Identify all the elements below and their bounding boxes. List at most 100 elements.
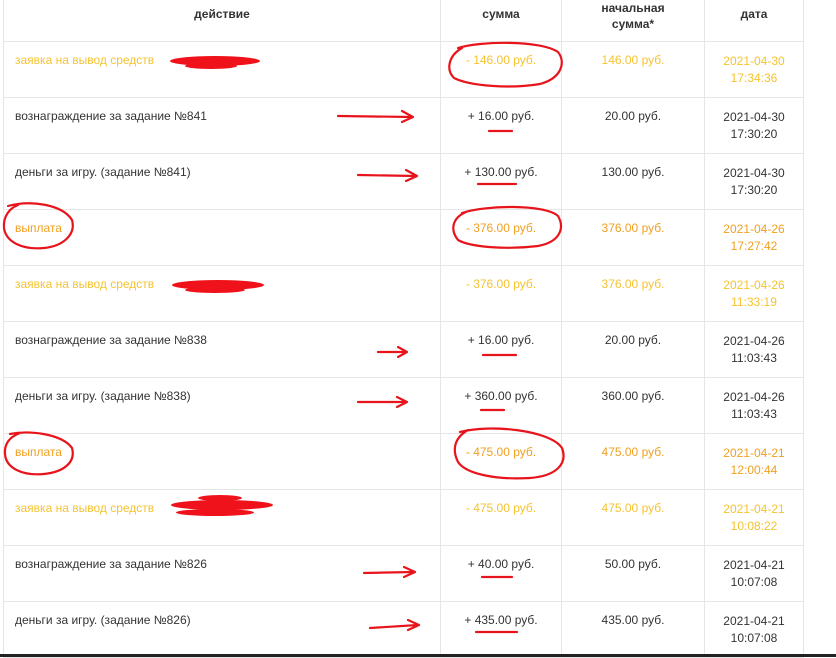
- row-date-time: 11:33:19: [731, 295, 777, 309]
- row-date: 2021-04-21 10:07:08: [704, 602, 804, 658]
- row-sum: + 16.00 руб.: [440, 322, 561, 378]
- row-sum-sign: +: [464, 165, 472, 179]
- header-initial-line2: сумма*: [611, 17, 655, 31]
- row-initial-sum: 435.00 руб.: [561, 602, 704, 658]
- row-divider: [3, 377, 804, 378]
- table-row: выплата - 376.00 руб. 376.00 руб. 2021-04-2…: [0, 210, 804, 266]
- row-action: вознаграждение за задание №838: [3, 322, 440, 378]
- row-action: выплата: [3, 210, 440, 266]
- row-action-text: вознаграждение за задание №838: [15, 333, 207, 347]
- redaction-scribble: [185, 287, 245, 293]
- row-sum-sign: +: [467, 333, 475, 347]
- row-sum: - 376.00 руб.: [440, 210, 561, 266]
- table-row: заявка на вывод средств - 376.00 руб. 376.…: [0, 266, 804, 322]
- row-sum-currency: руб.: [513, 221, 537, 235]
- row-sum-amount: 475.00: [473, 501, 510, 515]
- row-sum-amount: 376.00: [473, 221, 510, 235]
- row-initial-sum: 20.00 руб.: [561, 98, 704, 154]
- header-sum: сумма: [440, 0, 561, 42]
- row-date: 2021-04-21 10:08:22: [704, 490, 804, 546]
- row-date-time: 11:03:43: [731, 351, 777, 365]
- row-date-time: 12:00:44: [730, 463, 778, 477]
- table-row: заявка на вывод средств - 475.00 руб. 475.…: [0, 490, 804, 546]
- row-date: 2021-04-30 17:34:36: [704, 42, 804, 98]
- row-sum: + 40.00 руб.: [440, 546, 561, 602]
- table-row: деньги за игру. (задание №826) + 435.00 р…: [0, 602, 804, 658]
- row-sum-amount: 130.00: [474, 165, 512, 179]
- row-sum: + 16.00 руб.: [440, 98, 561, 154]
- row-action-text: заявка на вывод средств: [15, 277, 155, 291]
- row-date-day: 2021-04-26: [723, 222, 785, 236]
- row-sum-currency: руб.: [513, 445, 537, 459]
- row-date-time: 17:30:20: [730, 183, 778, 197]
- row-action: заявка на вывод средств: [3, 266, 440, 322]
- row-action-text: вознаграждение за задание №826: [15, 557, 207, 571]
- row-sum: - 475.00 руб.: [440, 490, 561, 546]
- row-sum-currency: руб.: [513, 501, 537, 515]
- row-initial-sum: 360.00 руб.: [561, 378, 704, 434]
- row-date-day: 2021-04-30: [723, 110, 785, 124]
- header-initial-sum: начальная сумма*: [561, 0, 704, 42]
- row-sum: + 435.00 руб.: [440, 602, 561, 658]
- row-date-day: 2021-04-26: [723, 278, 785, 292]
- row-action: выплата: [3, 434, 440, 490]
- row-sum-currency: руб.: [511, 109, 535, 123]
- row-date-day: 2021-04-21: [723, 558, 785, 572]
- row-action: деньги за игру. (задание №841): [3, 154, 440, 210]
- row-divider: [3, 97, 804, 98]
- row-sum-sign: +: [467, 557, 475, 571]
- header-initial-line1: начальная: [601, 1, 665, 15]
- row-sum: - 475.00 руб.: [440, 434, 561, 490]
- redaction-scribble: [176, 509, 254, 516]
- row-initial-sum: 376.00 руб.: [561, 210, 704, 266]
- table-row: вознаграждение за задание №841 + 16.00 ру…: [0, 98, 804, 154]
- row-sum-sign: -: [465, 221, 470, 235]
- row-sum-currency: руб.: [514, 613, 538, 627]
- row-date-time: 17:27:42: [730, 239, 778, 253]
- table-row: выплата - 475.00 руб. 475.00 руб. 2021-04-2…: [0, 434, 804, 490]
- row-action: вознаграждение за задание №826: [3, 546, 440, 602]
- row-sum-currency: руб.: [513, 277, 537, 291]
- table-header: действие сумма начальная сумма* дата: [0, 0, 804, 42]
- row-sum-currency: руб.: [514, 165, 538, 179]
- row-action: деньги за игру. (задание №826): [3, 602, 440, 658]
- row-sum-amount: 360.00: [474, 389, 512, 403]
- row-date-time: 17:30:20: [730, 127, 778, 141]
- row-action-text: вознаграждение за задание №841: [15, 109, 207, 123]
- row-divider: [3, 433, 804, 434]
- table-row: вознаграждение за задание №826 + 40.00 ру…: [0, 546, 804, 602]
- row-date: 2021-04-30 17:30:20: [704, 154, 804, 210]
- row-action-text: выплата: [15, 221, 62, 235]
- row-sum-currency: руб.: [514, 389, 538, 403]
- row-sum-amount: 16.00: [478, 333, 509, 347]
- row-date-time: 11:03:43: [731, 407, 777, 421]
- row-sum-amount: 146.00: [473, 53, 510, 67]
- row-sum-sign: -: [465, 277, 470, 291]
- row-date-day: 2021-04-30: [723, 166, 785, 180]
- row-date: 2021-04-26 11:03:43: [704, 378, 804, 434]
- row-action-text: деньги за игру. (задание №841): [15, 165, 191, 179]
- row-date: 2021-04-30 17:30:20: [704, 98, 804, 154]
- row-sum-currency: руб.: [511, 557, 535, 571]
- row-date-day: 2021-04-26: [723, 334, 785, 348]
- row-action: деньги за игру. (задание №838): [3, 378, 440, 434]
- row-initial-sum: 50.00 руб.: [561, 546, 704, 602]
- row-sum-currency: руб.: [511, 333, 535, 347]
- table-row: деньги за игру. (задание №838) + 360.00 р…: [0, 378, 804, 434]
- row-date-time: 10:08:22: [730, 519, 778, 533]
- row-initial-sum: 376.00 руб.: [561, 266, 704, 322]
- row-date: 2021-04-21 10:07:08: [704, 546, 804, 602]
- row-initial-sum: 475.00 руб.: [561, 434, 704, 490]
- row-sum: + 130.00 руб.: [440, 154, 561, 210]
- row-divider: [3, 321, 804, 322]
- header-date: дата: [704, 0, 804, 42]
- row-sum: - 376.00 руб.: [440, 266, 561, 322]
- row-date: 2021-04-26 11:33:19: [704, 266, 804, 322]
- row-initial-sum: 475.00 руб.: [561, 490, 704, 546]
- row-sum-currency: руб.: [513, 53, 537, 67]
- table-row: вознаграждение за задание №838 + 16.00 ру…: [0, 322, 804, 378]
- row-initial-sum: 20.00 руб.: [561, 322, 704, 378]
- row-sum-sign: +: [464, 389, 472, 403]
- row-divider: [3, 489, 804, 490]
- row-sum-sign: -: [465, 501, 470, 515]
